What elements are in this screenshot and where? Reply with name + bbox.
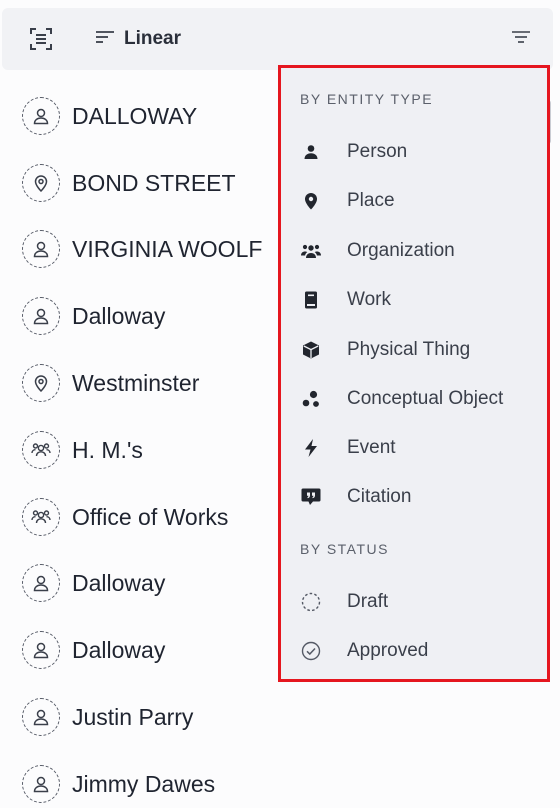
filter-option-person[interactable]: Person [300, 138, 407, 166]
scan-text-icon[interactable] [30, 28, 52, 50]
status-heading: BY STATUS [300, 541, 389, 557]
map-pin-icon [22, 364, 60, 402]
group-icon [22, 431, 60, 469]
filter-button[interactable] [509, 28, 533, 50]
filter-option-physical-thing[interactable]: Physical Thing [300, 336, 470, 364]
filter-option-label: Approved [347, 640, 429, 661]
list-item[interactable]: Dalloway [22, 630, 165, 670]
group-icon [300, 240, 322, 262]
entity-label: Westminster [72, 369, 200, 396]
book-icon [300, 289, 322, 311]
filter-option-label: Place [347, 190, 395, 211]
filter-option-label: Draft [347, 591, 389, 612]
person-icon [300, 141, 322, 163]
list-item[interactable]: Justin Parry [22, 697, 193, 737]
entity-label: Dalloway [72, 569, 166, 596]
map-pin-icon [22, 164, 60, 202]
map-pin-icon [300, 190, 322, 212]
entity-label: Jimmy Dawes [72, 770, 216, 797]
person-icon [22, 297, 60, 335]
list-item[interactable]: Dalloway [22, 296, 165, 336]
dots-cluster-icon [300, 388, 322, 410]
filter-icon [512, 30, 530, 48]
filter-option-organization[interactable]: Organization [300, 237, 455, 265]
person-icon [22, 97, 60, 135]
group-icon [22, 498, 60, 536]
filter-option-label: Physical Thing [347, 339, 471, 360]
filter-option-label: Conceptual Object [347, 388, 504, 409]
filter-option-label: Person [347, 141, 408, 162]
filter-option-approved[interactable]: Approved [300, 637, 428, 665]
quote-bubble-icon [300, 486, 322, 508]
entity-label: Justin Parry [72, 703, 194, 730]
list-item[interactable]: VIRGINIA WOOLF [22, 229, 262, 269]
sort-lines-icon [96, 30, 114, 49]
list-item[interactable]: H. M.'s [22, 430, 143, 470]
entity-label: H. M.'s [72, 436, 143, 463]
filter-option-work[interactable]: Work [300, 286, 391, 314]
list-item[interactable]: Jimmy Dawes [22, 764, 215, 804]
filter-option-conceptual-object[interactable]: Conceptual Object [300, 385, 503, 413]
list-item[interactable]: BOND STREET [22, 163, 236, 203]
list-item[interactable]: Westminster [22, 363, 199, 403]
lightning-icon [300, 437, 322, 459]
filter-option-draft[interactable]: Draft [300, 588, 388, 616]
filter-dropdown: BY ENTITY TYPE Person Place Organization… [278, 65, 550, 682]
person-icon [22, 564, 60, 602]
toolbar: Linear [2, 8, 553, 70]
entity-label: Dalloway [72, 636, 166, 663]
filter-option-label: Citation [347, 486, 412, 507]
list-item[interactable]: Office of Works [22, 497, 228, 537]
filter-option-label: Organization [347, 240, 455, 261]
person-icon [22, 230, 60, 268]
entity-label: VIRGINIA WOOLF [72, 235, 263, 262]
dashed-circle-icon [300, 591, 322, 613]
filter-option-citation[interactable]: Citation [300, 483, 411, 511]
person-icon [22, 698, 60, 736]
entity-type-heading: BY ENTITY TYPE [300, 91, 434, 107]
list-item[interactable]: Dalloway [22, 563, 165, 603]
entity-label: Office of Works [72, 503, 229, 530]
entity-label: Dalloway [72, 302, 166, 329]
filter-option-label: Event [347, 437, 396, 458]
filter-option-place[interactable]: Place [300, 187, 395, 215]
entity-label: BOND STREET [72, 169, 236, 196]
filter-option-event[interactable]: Event [300, 434, 396, 462]
entity-label: DALLOWAY [72, 102, 198, 129]
person-icon [22, 765, 60, 803]
person-icon [22, 631, 60, 669]
cube-icon [300, 339, 322, 361]
layout-sort-button[interactable]: Linear [96, 26, 181, 52]
check-circle-icon [300, 640, 322, 662]
list-item[interactable]: DALLOWAY [22, 96, 197, 136]
layout-label: Linear [124, 28, 182, 49]
filter-option-label: Work [347, 289, 391, 310]
